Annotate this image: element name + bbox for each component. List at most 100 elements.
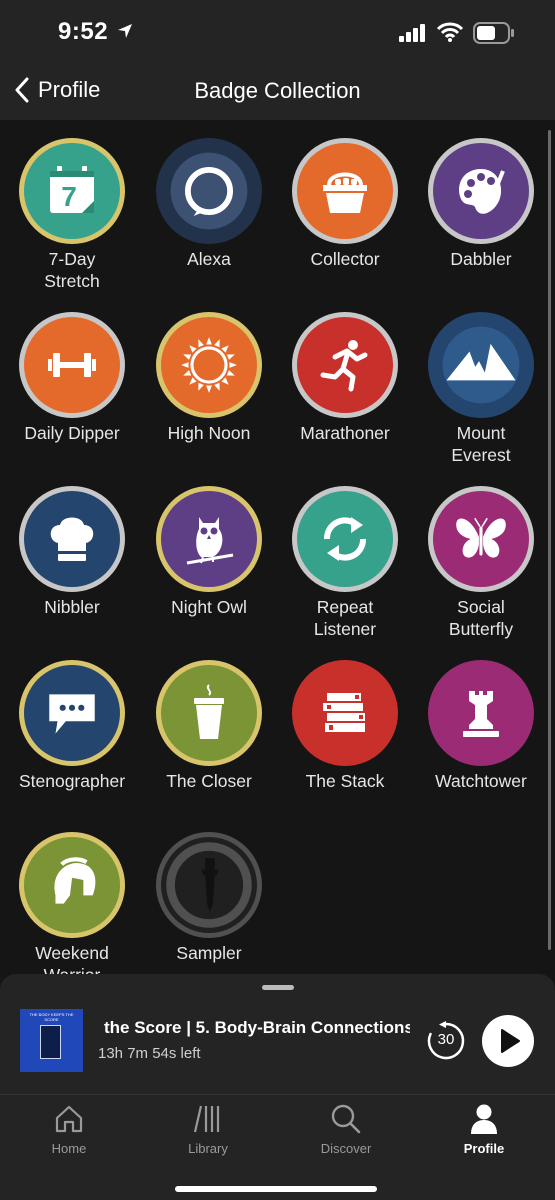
svg-text:7: 7 <box>61 181 77 212</box>
badge-grid: 7 7-Day Stretch Alexa Collector Dabbler Daily… <box>0 120 555 985</box>
badge-medallion <box>292 138 398 244</box>
runner-icon <box>297 317 393 413</box>
book-cover[interactable]: THE BODY KEEPS THE SCORE <box>20 1009 83 1072</box>
back-button[interactable]: Profile <box>14 66 100 114</box>
book-stack-icon <box>297 665 393 761</box>
badge-label: The Closer <box>166 771 252 791</box>
cover-figure <box>40 1025 61 1059</box>
badge-daily-dipper[interactable]: Daily Dipper <box>4 294 140 444</box>
location-arrow-icon <box>118 24 132 38</box>
badge-label: Sampler <box>176 943 242 963</box>
badge-the-stack[interactable]: The Stack <box>277 642 413 792</box>
badge-label: Stenographer <box>18 771 126 791</box>
chess-rook-icon <box>433 665 529 761</box>
skip-back-button[interactable]: 30 <box>425 1020 467 1062</box>
tab-discover[interactable]: Discover <box>286 1101 406 1156</box>
status-time: 9:52 <box>58 18 109 45</box>
chef-hat-icon <box>24 491 120 587</box>
badge-medallion <box>19 660 125 766</box>
badge-medallion <box>292 660 398 766</box>
badge-medallion: 7 <box>19 138 125 244</box>
badge-label: Marathoner <box>300 423 390 443</box>
badge-medallion <box>292 486 398 592</box>
tab-label: Home <box>51 1141 87 1156</box>
badge-medallion <box>156 832 262 938</box>
badge-label: Collector <box>310 249 380 269</box>
badge-mount-everest[interactable]: Mount Everest <box>413 294 549 466</box>
search-icon <box>331 1104 361 1134</box>
badge-watchtower[interactable]: Watchtower <box>413 642 549 792</box>
badge-medallion <box>428 138 534 244</box>
tab-label: Library <box>188 1141 228 1156</box>
badge-high-noon[interactable]: High Noon <box>141 294 277 444</box>
badge-label: Mount Everest <box>451 423 511 465</box>
badge-marathoner[interactable]: Marathoner <box>277 294 413 444</box>
badge-medallion <box>156 312 262 418</box>
badge-weekend-warrior[interactable]: Weekend Warrior <box>4 814 140 986</box>
navigation-bar: Profile Badge Collection <box>0 66 555 120</box>
mini-player[interactable]: THE BODY KEEPS THE SCORE the Score | 5. … <box>0 974 555 1094</box>
palette-icon <box>433 143 529 239</box>
tab-label: Discover <box>320 1141 372 1156</box>
cellular-signal-icon <box>399 24 425 42</box>
badge-social-butterfly[interactable]: Social Butterfly <box>413 468 549 640</box>
wifi-icon <box>437 22 463 42</box>
badge-dabbler[interactable]: Dabbler <box>413 120 549 270</box>
cover-title: THE BODY KEEPS THE SCORE <box>29 1012 74 1022</box>
badge-the-closer[interactable]: The Closer <box>141 642 277 792</box>
badge-night-owl[interactable]: Night Owl <box>141 468 277 618</box>
library-icon <box>193 1105 220 1133</box>
grab-handle[interactable] <box>262 985 294 990</box>
track-title: the Score | 5. Body-Brain Connections <box>104 1018 410 1037</box>
badge-medallion <box>19 312 125 418</box>
badge-medallion <box>428 486 534 592</box>
badge-label: Nibbler <box>44 597 100 617</box>
badge-sampler[interactable]: Sampler <box>141 814 277 964</box>
dropper-icon <box>161 837 257 933</box>
badge-medallion <box>19 832 125 938</box>
repeat-icon <box>297 491 393 587</box>
tab-library[interactable]: Library <box>148 1101 268 1156</box>
tab-home[interactable]: Home <box>9 1101 129 1156</box>
badge-7-day-stretch[interactable]: 7 7-Day Stretch <box>4 120 140 292</box>
home-icon <box>55 1105 83 1133</box>
badge-label: Dabbler <box>450 249 512 269</box>
status-bar: 9:52 <box>0 0 555 66</box>
badge-medallion <box>156 660 262 766</box>
back-label: Profile <box>38 77 101 102</box>
badge-label: Night Owl <box>171 597 247 617</box>
butterfly-icon <box>433 491 529 587</box>
chevron-left-icon <box>15 77 29 103</box>
badge-medallion <box>428 312 534 418</box>
badge-nibbler[interactable]: Nibbler <box>4 468 140 618</box>
calendar-7-icon: 7 <box>24 143 120 239</box>
tab-label: Profile <box>463 1141 505 1156</box>
badge-medallion <box>156 138 262 244</box>
badge-stenographer[interactable]: Stenographer <box>4 642 140 792</box>
badge-repeat-listener[interactable]: Repeat Listener <box>277 468 413 640</box>
badge-label: Daily Dipper <box>24 423 120 443</box>
coffee-cup-icon <box>161 665 257 761</box>
badge-label: The Stack <box>305 771 385 791</box>
badge-label: Watchtower <box>435 771 527 791</box>
speech-bubble-icon <box>24 665 120 761</box>
profile-icon <box>471 1104 497 1134</box>
badge-label: 7-Day Stretch <box>44 249 100 291</box>
badge-medallion <box>156 486 262 592</box>
home-indicator[interactable] <box>175 1186 377 1192</box>
play-button[interactable] <box>482 1015 534 1067</box>
play-icon <box>501 1029 520 1053</box>
dumbbell-icon <box>24 317 120 413</box>
skip-seconds: 30 <box>437 1031 455 1048</box>
badge-alexa[interactable]: Alexa <box>141 120 277 270</box>
basket-icon <box>297 143 393 239</box>
badge-label: High Noon <box>167 423 251 443</box>
badge-collector[interactable]: Collector <box>277 120 413 270</box>
tab-profile[interactable]: Profile <box>424 1101 544 1156</box>
badge-label: Social Butterfly <box>448 597 514 639</box>
badge-medallion <box>292 312 398 418</box>
badge-label: Repeat Listener <box>313 597 377 639</box>
badge-label: Alexa <box>187 249 231 269</box>
owl-icon <box>161 491 257 587</box>
helmet-icon <box>24 837 120 933</box>
